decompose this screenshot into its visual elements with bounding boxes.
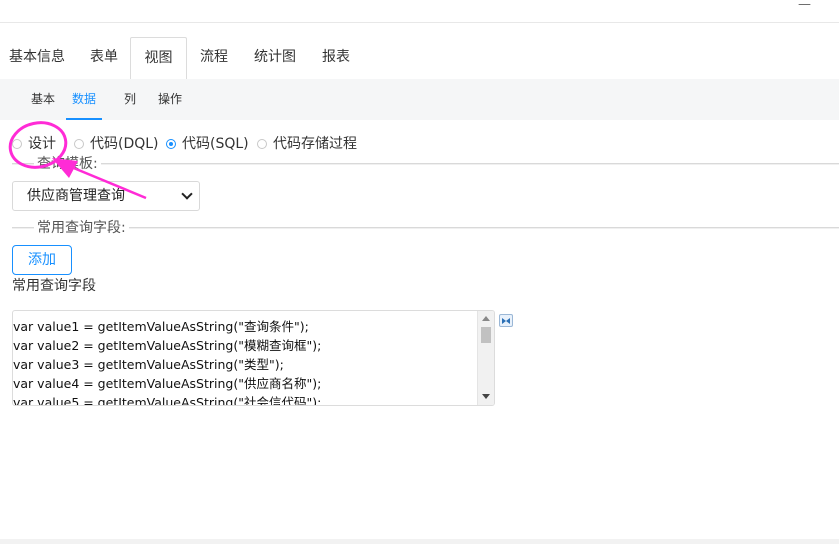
query-template-divider xyxy=(12,163,839,165)
subtab-basic[interactable]: 基本 xyxy=(31,79,55,120)
subtab-columns[interactable]: 列 xyxy=(124,79,136,120)
code-line: var value1 = getItemValueAsString("查询条件"… xyxy=(13,319,309,334)
expand-editor-icon[interactable] xyxy=(499,314,513,327)
subtab-actions[interactable]: 操作 xyxy=(158,79,182,120)
scroll-down-icon[interactable] xyxy=(482,394,490,399)
editor-scrollbar[interactable] xyxy=(477,311,494,405)
radio-icon[interactable] xyxy=(257,139,267,149)
tab-flow[interactable]: 流程 xyxy=(200,37,228,79)
code-content: var value1 = getItemValueAsString("查询条件"… xyxy=(13,317,322,406)
radio-stored-procedure[interactable]: 代码存储过程 xyxy=(257,134,357,154)
radio-label: 代码(SQL) xyxy=(182,136,249,152)
common-fields-divider xyxy=(12,227,839,229)
code-line: var value4 = getItemValueAsString("供应商名称… xyxy=(13,376,322,391)
radio-icon[interactable] xyxy=(74,139,84,149)
radio-label: 设计 xyxy=(28,136,56,152)
query-template-legend: 查询模板: xyxy=(34,155,101,173)
tab-chart[interactable]: 统计图 xyxy=(254,37,296,79)
radio-design[interactable]: 设计 xyxy=(12,134,56,154)
sub-tab-bar: 基本 数据 列 操作 xyxy=(0,79,839,120)
radio-label: 代码存储过程 xyxy=(273,136,357,152)
code-line: var value5 = getItemValueAsString("社会信代码… xyxy=(13,395,322,406)
tab-view[interactable]: 视图 xyxy=(130,37,187,80)
footer-bar xyxy=(0,539,839,544)
code-line: var value3 = getItemValueAsString("类型"); xyxy=(13,357,284,372)
minimize-icon[interactable]: — xyxy=(798,0,811,11)
main-tab-bar: 基本信息 表单 视图 流程 统计图 报表 xyxy=(0,37,839,80)
radio-icon[interactable] xyxy=(12,139,22,149)
scroll-up-icon[interactable] xyxy=(482,316,490,321)
code-line: var value2 = getItemValueAsString("模糊查询框… xyxy=(13,338,322,353)
chevron-down-icon xyxy=(181,188,193,200)
tab-form[interactable]: 表单 xyxy=(90,37,118,79)
radio-dql[interactable]: 代码(DQL) xyxy=(74,134,159,154)
sql-code-editor[interactable]: var value1 = getItemValueAsString("查询条件"… xyxy=(12,310,495,406)
radio-label: 代码(DQL) xyxy=(90,136,159,152)
common-fields-legend: 常用查询字段: xyxy=(34,219,129,237)
window-titlebar: — xyxy=(0,0,839,23)
subtab-data[interactable]: 数据 xyxy=(66,79,102,120)
spacer xyxy=(0,23,839,37)
add-button[interactable]: 添加 xyxy=(12,245,72,275)
tab-basic-info[interactable]: 基本信息 xyxy=(9,37,65,79)
tab-report[interactable]: 报表 xyxy=(322,37,350,79)
common-fields-label: 常用查询字段 xyxy=(12,278,96,294)
radio-sql[interactable]: 代码(SQL) xyxy=(166,134,249,154)
query-template-select[interactable]: 供应商管理查询 xyxy=(12,181,200,211)
radio-checked-icon[interactable] xyxy=(166,139,176,149)
scrollbar-thumb[interactable] xyxy=(481,327,491,343)
select-value: 供应商管理查询 xyxy=(27,188,125,204)
